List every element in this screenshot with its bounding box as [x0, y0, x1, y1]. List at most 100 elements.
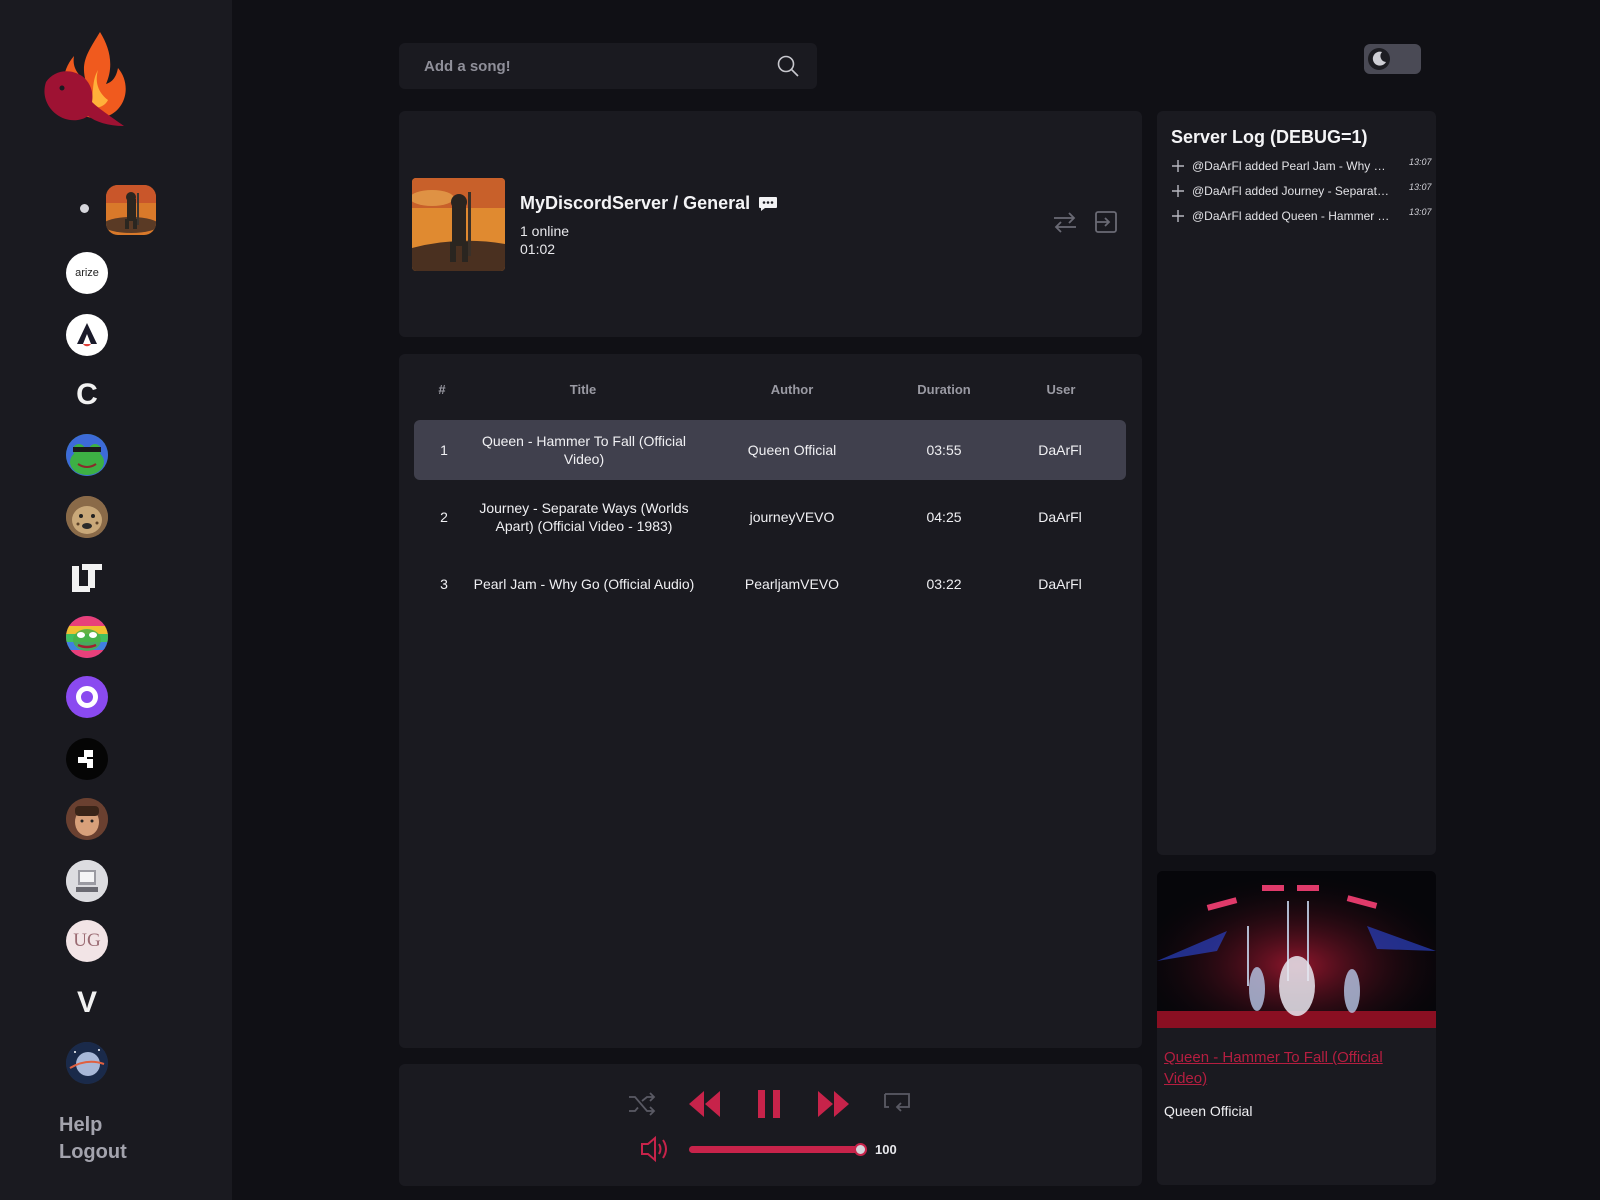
repeat-button[interactable] — [879, 1086, 915, 1122]
queue-row-title: Queen - Hammer To Fall (Official Video) — [481, 433, 687, 467]
queue-row-author: journeyVEVO — [749, 509, 835, 525]
server-astro[interactable] — [66, 314, 108, 356]
leave-channel-button[interactable] — [1091, 207, 1121, 237]
repeat-icon — [884, 1093, 910, 1112]
column-header-number: # — [438, 382, 446, 397]
video-author: Queen Official — [1164, 1103, 1253, 1119]
search-button[interactable] — [773, 51, 803, 81]
queue-row-author: PearljamVEVO — [744, 576, 840, 592]
ug-logo-text: UG — [73, 930, 101, 951]
v-server-letter: V — [76, 986, 97, 1019]
log-entry: @DaArFl added Journey - Separate Ways (W… — [1171, 182, 1432, 202]
active-server-avatar — [106, 185, 156, 235]
server-frog[interactable] — [66, 434, 108, 476]
lt-logo-icon — [72, 564, 102, 592]
help-link[interactable]: Help — [59, 1114, 102, 1137]
block-plus-icon — [78, 750, 93, 768]
column-header-duration: Duration — [917, 382, 971, 397]
log-entry-time: 13:07 — [1409, 157, 1432, 167]
rainbow-frog-avatar — [66, 616, 108, 658]
ring-icon — [76, 686, 98, 708]
flame-bird-logo — [44, 32, 126, 126]
rewind-icon — [689, 1091, 720, 1117]
log-entry-text: @DaArFl added Journey - Separate Ways (W… — [1192, 184, 1392, 198]
elapsed-time: 01:02 — [520, 241, 556, 257]
theme-toggle[interactable] — [1364, 44, 1421, 74]
server-blocks[interactable] — [66, 738, 108, 780]
queue-row-user: DaArFl — [1038, 576, 1082, 592]
server-arize[interactable]: arize — [66, 252, 108, 294]
queue-row-duration: 04:25 — [926, 509, 962, 525]
volume-slider[interactable] — [689, 1143, 867, 1156]
c-server-letter: C — [76, 378, 98, 411]
log-entry: @DaArFl added Pearl Jam - Why Go (Offici… — [1171, 157, 1432, 177]
video-title-link[interactable]: Queen - Hammer To Fall (Official Video) — [1164, 1047, 1428, 1089]
queue-row-number: 3 — [440, 576, 448, 592]
volume-icon — [641, 1135, 667, 1163]
queue-row[interactable]: 1 Queen - Hammer To Fall (Official Video… — [414, 420, 1126, 480]
shuffle-icon — [629, 1092, 656, 1116]
sidebar: arize C UG V Help Logout — [0, 0, 232, 1200]
server-c[interactable]: C — [66, 374, 108, 416]
swap-button[interactable] — [1050, 207, 1080, 237]
face-avatar — [66, 798, 108, 840]
server-ring[interactable] — [66, 676, 108, 718]
now-playing-panel: MyDiscordServer / General 1 online 01:02 — [399, 111, 1142, 337]
log-entry: @DaArFl added Queen - Hammer To Fall (Of… — [1171, 207, 1432, 227]
queue-row-user: DaArFl — [1038, 442, 1082, 458]
previous-button[interactable] — [684, 1084, 724, 1124]
server-ug[interactable]: UG — [66, 920, 108, 962]
server-active[interactable] — [106, 185, 156, 235]
logout-link[interactable]: Logout — [59, 1141, 127, 1164]
channel-title: MyDiscordServer / General — [520, 193, 778, 214]
queue-row-duration: 03:55 — [926, 442, 962, 458]
active-server-indicator — [80, 204, 89, 213]
server-v[interactable]: V — [66, 982, 108, 1024]
arize-logo-text: arize — [75, 267, 99, 279]
chat-bubble-icon[interactable] — [758, 196, 778, 212]
plus-icon — [1172, 185, 1184, 197]
server-computer[interactable] — [66, 860, 108, 902]
exit-icon — [1095, 211, 1117, 233]
next-button[interactable] — [814, 1084, 854, 1124]
log-entry-time: 13:07 — [1409, 182, 1432, 192]
server-face[interactable] — [66, 798, 108, 840]
plus-icon — [1172, 210, 1184, 222]
server-lt[interactable] — [66, 556, 108, 598]
computer-avatar — [66, 860, 108, 902]
queue-row-number: 1 — [440, 442, 448, 458]
frog-avatar — [66, 434, 108, 476]
shuffle-button[interactable] — [624, 1086, 660, 1122]
volume-fill — [689, 1146, 861, 1153]
volume-thumb[interactable] — [854, 1143, 867, 1156]
pause-icon — [758, 1090, 780, 1118]
fast-forward-icon — [818, 1091, 849, 1117]
hyena-avatar — [66, 496, 108, 538]
server-pepe[interactable] — [66, 616, 108, 658]
queue-row[interactable]: 3 Pearl Jam - Why Go (Official Audio) Pe… — [414, 554, 1126, 614]
online-count: 1 online — [520, 223, 570, 239]
server-log-title: Server Log (DEBUG=1) — [1171, 127, 1368, 147]
search-icon — [777, 55, 799, 77]
player-controls: 100 — [399, 1064, 1142, 1186]
queue-row-number: 2 — [440, 509, 448, 525]
queue-row[interactable]: 2 Journey - Separate Ways (Worlds Apart)… — [414, 487, 1126, 547]
astro-icon — [77, 323, 97, 347]
plus-icon — [1172, 160, 1184, 172]
video-thumbnail[interactable] — [1157, 871, 1436, 1028]
queue-row-author: Queen Official — [747, 442, 837, 458]
pause-button[interactable] — [749, 1084, 789, 1124]
queue-row-user: DaArFl — [1038, 509, 1082, 525]
server-hyena[interactable] — [66, 496, 108, 538]
log-entry-text: @DaArFl added Pearl Jam - Why Go (Offici… — [1192, 159, 1392, 173]
swap-arrows-icon — [1054, 212, 1076, 233]
queue-row-duration: 03:22 — [926, 576, 962, 592]
server-planet[interactable] — [66, 1042, 108, 1084]
queue-row-title: Journey - Separate Ways (Worlds Apart) (… — [479, 500, 689, 534]
channel-cover-art — [412, 178, 505, 271]
planet-avatar — [66, 1042, 108, 1084]
mute-button[interactable] — [639, 1134, 673, 1164]
search-input[interactable] — [424, 57, 773, 75]
queue-row-title: Pearl Jam - Why Go (Official Audio) — [473, 576, 695, 592]
column-header-user: User — [1046, 382, 1076, 397]
